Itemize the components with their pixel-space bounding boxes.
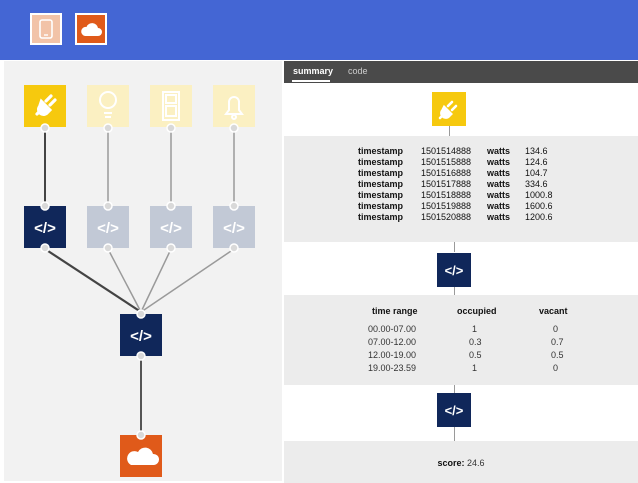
reading-watts: 1200.6 <box>525 212 553 222</box>
cell-vacant: 0 <box>553 324 559 334</box>
reading-timestamp: 1501518888 <box>421 190 472 200</box>
code-node-2[interactable]: </> <box>87 206 129 248</box>
connector-line <box>454 385 455 393</box>
reading-timestamp: 1501515888 <box>421 157 472 167</box>
reading-key: timestamp <box>358 212 404 222</box>
cloud-icon <box>81 23 102 36</box>
reading-key: timestamp <box>358 201 404 211</box>
code-node-3[interactable]: </> <box>150 206 192 248</box>
code-icon: </> <box>444 402 464 418</box>
code-icon: </> <box>97 220 119 237</box>
reading-key: watts <box>487 212 511 222</box>
reading-watts: 1600.6 <box>525 201 553 211</box>
cell-time-range: 12.00-19.00 <box>368 350 417 360</box>
edge-code1-to-merge <box>44 248 142 313</box>
merge-code-node[interactable]: </> <box>120 314 162 356</box>
summary-plug-node <box>432 92 466 126</box>
col-header-occupied: occupied <box>457 306 497 316</box>
connector-line <box>449 126 450 136</box>
reading-timestamp: 1501520888 <box>421 212 472 222</box>
phone-icon <box>39 19 53 39</box>
summary-code-node: </> <box>437 253 471 287</box>
sensor-bell-node[interactable] <box>213 85 255 127</box>
col-header-time-range: time range <box>372 306 418 316</box>
reading-key: watts <box>487 146 511 156</box>
sensor-plug-node[interactable] <box>24 85 66 127</box>
reading-timestamp: 1501514888 <box>421 146 472 156</box>
code-icon: </> <box>444 262 464 278</box>
reading-watts: 334.6 <box>525 179 548 189</box>
readings-table: timestamp 1501514888 watts 134.6 timesta… <box>284 136 638 242</box>
graph-ports[interactable] <box>40 123 239 440</box>
cell-vacant: 0 <box>553 363 559 373</box>
reading-key: watts <box>487 179 511 189</box>
score-line: score: 24.6 <box>284 458 638 468</box>
score-label: score: <box>437 458 465 468</box>
flow-graph: </> </> </> </> </> <box>24 85 255 477</box>
code-node-4[interactable]: </> <box>213 206 255 248</box>
plug-icon <box>438 100 458 120</box>
sensor-lightbulb-node[interactable] <box>87 85 129 127</box>
reading-key: watts <box>487 157 511 167</box>
edge-code4-to-merge <box>140 248 235 313</box>
tab-code[interactable]: code <box>348 66 368 76</box>
add-phone-button[interactable] <box>30 13 62 45</box>
cell-occupied: 0.3 <box>469 337 482 347</box>
connector-line <box>454 287 455 295</box>
graph-edges <box>44 128 235 433</box>
tab-bar: summary code <box>284 61 638 83</box>
reading-watts: 124.6 <box>525 157 548 167</box>
cell-time-range: 00.00-07.00 <box>368 324 417 334</box>
active-tab-indicator <box>292 80 330 82</box>
inspector-panel: summary code timestamp 1501514888 watts … <box>284 61 638 483</box>
reading-timestamp: 1501519888 <box>421 201 472 211</box>
reading-timestamp: 1501517888 <box>421 179 472 189</box>
code-node-1[interactable]: </> <box>24 206 66 248</box>
cell-occupied: 0.5 <box>469 350 482 360</box>
cell-time-range: 19.00-23.59 <box>368 363 417 373</box>
top-toolbar <box>0 0 638 60</box>
cloud-output-node[interactable] <box>120 435 162 477</box>
cell-occupied: 1 <box>472 324 478 334</box>
reading-watts: 1000.8 <box>525 190 553 200</box>
reading-key: timestamp <box>358 146 404 156</box>
sensor-door-node[interactable] <box>150 85 192 127</box>
connector-line <box>454 242 455 252</box>
code-icon: </> <box>223 220 245 237</box>
reading-key: timestamp <box>358 157 404 167</box>
reading-watts: 104.7 <box>525 168 548 178</box>
tab-summary[interactable]: summary <box>293 66 333 76</box>
add-cloud-button[interactable] <box>75 13 107 45</box>
flow-graph-canvas[interactable]: </> </> </> </> </> <box>4 61 282 481</box>
cell-time-range: 07.00-12.00 <box>368 337 417 347</box>
reading-timestamp: 1501516888 <box>421 168 472 178</box>
cell-vacant: 0.5 <box>551 350 564 360</box>
cell-occupied: 1 <box>472 363 478 373</box>
reading-key: timestamp <box>358 168 404 178</box>
code-icon: </> <box>130 328 152 345</box>
reading-watts: 134.6 <box>525 146 548 156</box>
code-icon: </> <box>34 220 56 237</box>
reading-key: watts <box>487 201 511 211</box>
reading-key: watts <box>487 190 511 200</box>
reading-key: watts <box>487 168 511 178</box>
summary-merge-code-node: </> <box>437 393 471 427</box>
cell-vacant: 0.7 <box>551 337 564 347</box>
code-icon: </> <box>160 220 182 237</box>
score-value: 24.6 <box>467 458 485 468</box>
reading-key: timestamp <box>358 190 404 200</box>
connector-line <box>454 427 455 441</box>
edge-code2-to-merge <box>107 248 142 313</box>
col-header-vacant: vacant <box>539 306 568 316</box>
reading-key: timestamp <box>358 179 404 189</box>
